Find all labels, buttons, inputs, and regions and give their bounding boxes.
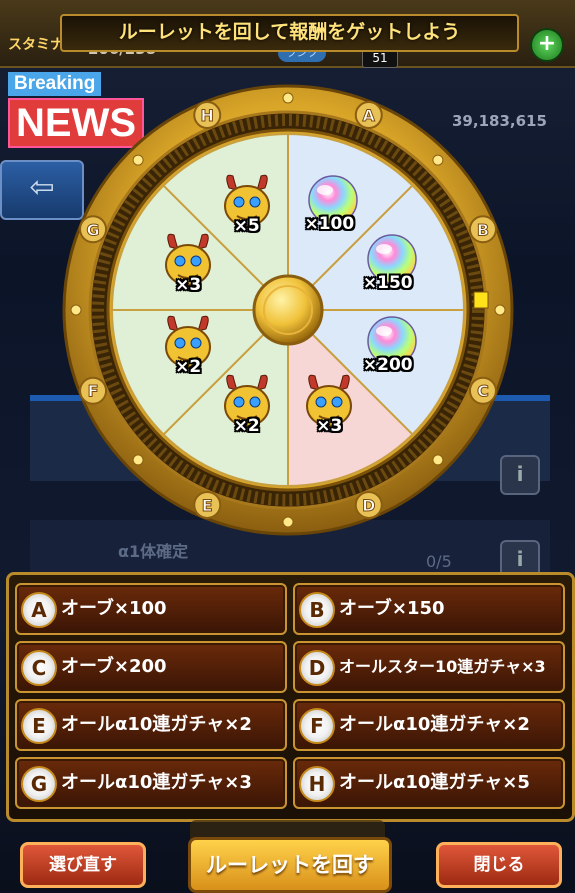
wheel-letter-h: H bbox=[193, 101, 222, 130]
add-plus-button[interactable]: + bbox=[530, 28, 564, 62]
prize-count: ×3 bbox=[175, 274, 202, 295]
reward-letter-badge: E bbox=[21, 708, 57, 744]
wheel-letter-c: C bbox=[468, 376, 497, 405]
rim-dot bbox=[432, 454, 444, 466]
reward-item-e: E オールα10連ガチャ×2 bbox=[15, 699, 287, 751]
prize-count: ×2 bbox=[175, 357, 202, 378]
roulette-wheel-graphic: A B C D E F G H bbox=[62, 84, 514, 536]
reward-text: オールスター10連ガチャ×3 bbox=[339, 657, 546, 676]
rewards-panel: A オーブ×100 B オーブ×150 C オーブ×200 D オールスター10… bbox=[6, 572, 575, 822]
reward-item-f: F オールα10連ガチャ×2 bbox=[293, 699, 565, 751]
reward-item-b: B オーブ×150 bbox=[293, 583, 565, 635]
orb-prize: ×150 bbox=[348, 229, 428, 309]
reward-item-h: H オールα10連ガチャ×5 bbox=[293, 757, 565, 809]
svg-text:C: C bbox=[477, 382, 489, 401]
svg-text:E: E bbox=[202, 496, 213, 515]
reward-item-d: D オールスター10連ガチャ×3 bbox=[293, 641, 565, 693]
reward-letter-badge: H bbox=[299, 766, 335, 802]
rim-dot bbox=[132, 454, 144, 466]
svg-text:A: A bbox=[363, 106, 376, 125]
reward-text: オールα10連ガチャ×3 bbox=[61, 772, 252, 793]
reward-item-g: G オールα10連ガチャ×3 bbox=[15, 757, 287, 809]
rim-dot bbox=[432, 154, 444, 166]
reward-letter-badge: A bbox=[21, 592, 57, 628]
wheel-letter-b: B bbox=[468, 215, 497, 244]
svg-text:B: B bbox=[477, 220, 489, 239]
svg-text:H: H bbox=[201, 106, 214, 125]
wheel-letter-g: G bbox=[79, 215, 108, 244]
wheel-letter-e: E bbox=[193, 490, 222, 519]
prize-count: ×2 bbox=[233, 415, 260, 436]
roulette-wheel: ABCDEFGH ×100 ×150 ×200 ×3 ×2 ×2 ×3 ×5 bbox=[62, 60, 514, 560]
svg-text:F: F bbox=[88, 382, 99, 401]
rim-dot bbox=[70, 304, 82, 316]
reward-text: オーブ×200 bbox=[61, 656, 167, 677]
stamina-label: スタミナ bbox=[8, 37, 64, 53]
alpha-monster-prize: ×5 bbox=[207, 170, 287, 250]
reward-text: オーブ×150 bbox=[339, 598, 445, 619]
rim-dot bbox=[132, 154, 144, 166]
alpha-monster-prize: ×3 bbox=[289, 370, 369, 450]
reward-letter-badge: C bbox=[21, 650, 57, 686]
reward-item-c: C オーブ×200 bbox=[15, 641, 287, 693]
reward-text: オールα10連ガチャ×2 bbox=[61, 714, 252, 735]
wheel-letter-a: A bbox=[354, 101, 383, 130]
wheel-letter-f: F bbox=[79, 376, 108, 405]
reward-text: オールα10連ガチャ×5 bbox=[339, 772, 530, 793]
prize-count: ×5 bbox=[233, 216, 260, 237]
reward-text: オールα10連ガチャ×2 bbox=[339, 714, 530, 735]
reward-text: オーブ×100 bbox=[61, 598, 167, 619]
rim-dot bbox=[282, 516, 294, 528]
prize-count: ×3 bbox=[316, 415, 343, 436]
rim-dot bbox=[494, 304, 506, 316]
close-button[interactable]: 閉じる bbox=[436, 842, 562, 888]
roulette-title: ルーレットを回して報酬をゲットしよう bbox=[60, 14, 519, 52]
prize-count: ×150 bbox=[362, 272, 413, 293]
reselect-button[interactable]: 選び直す bbox=[20, 842, 146, 888]
spin-roulette-button[interactable]: ルーレットを回す bbox=[188, 837, 392, 893]
svg-text:D: D bbox=[362, 496, 375, 515]
reward-letter-badge: B bbox=[299, 592, 335, 628]
alpha-monster-prize: ×2 bbox=[148, 311, 228, 391]
reward-item-a: A オーブ×100 bbox=[15, 583, 287, 635]
svg-text:G: G bbox=[86, 220, 99, 239]
reward-letter-badge: D bbox=[299, 650, 335, 686]
reward-letter-badge: G bbox=[21, 766, 57, 802]
wheel-letter-d: D bbox=[354, 490, 383, 519]
rim-dot bbox=[282, 92, 294, 104]
reward-letter-badge: F bbox=[299, 708, 335, 744]
